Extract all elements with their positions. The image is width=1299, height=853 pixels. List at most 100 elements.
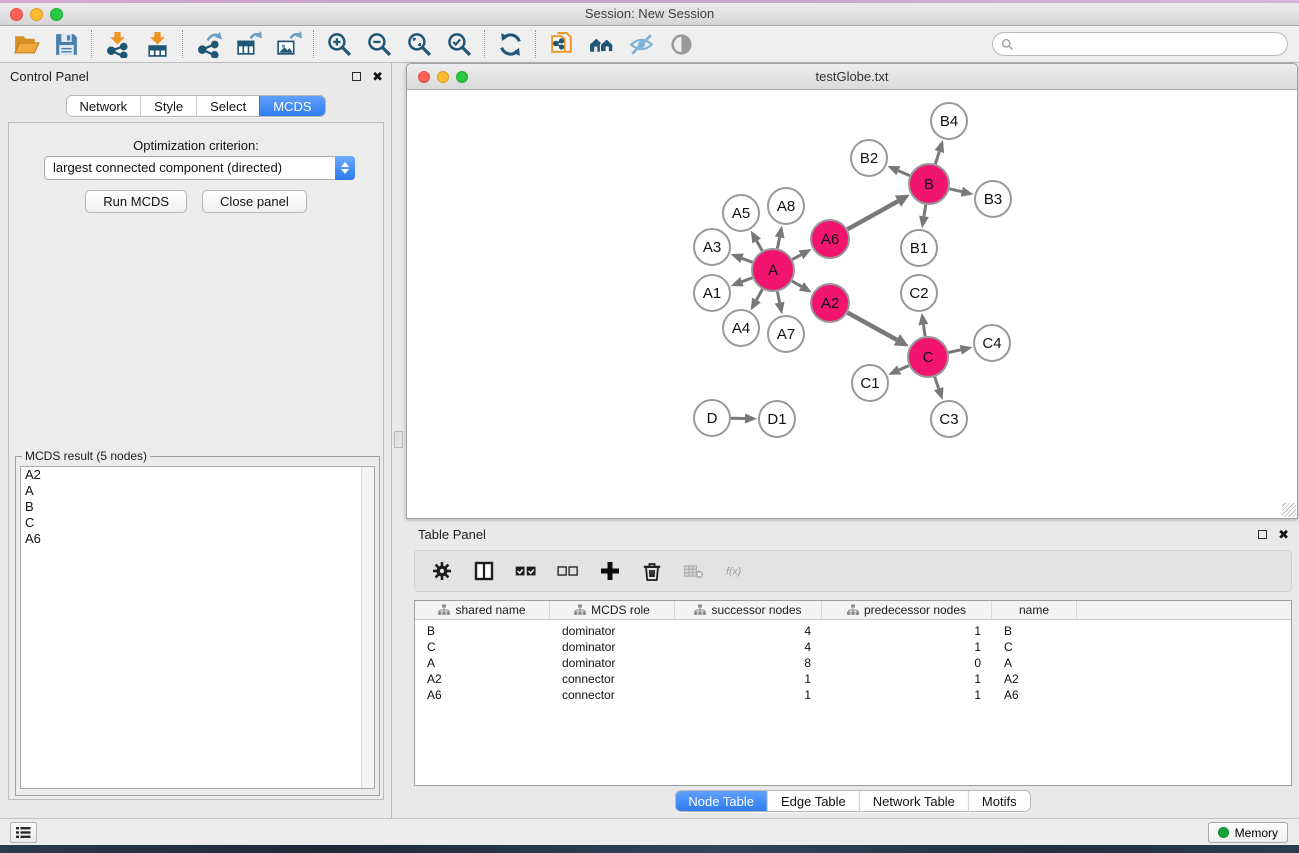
table-cell[interactable]: 1: [675, 688, 822, 702]
table-row[interactable]: A2connector11A2: [415, 671, 1291, 687]
table-row[interactable]: Bdominator41B: [415, 623, 1291, 639]
add-column-plus-button[interactable]: [593, 554, 627, 588]
table-row[interactable]: Cdominator41C: [415, 639, 1291, 655]
edge-C-C4[interactable]: [949, 350, 961, 353]
table-cell[interactable]: B: [415, 624, 550, 638]
import-network-button[interactable]: [97, 28, 137, 60]
edge-A-A8[interactable]: [777, 237, 779, 248]
close-table-panel-icon[interactable]: ✖: [1278, 530, 1289, 540]
result-list-item[interactable]: A: [21, 483, 374, 499]
close-window-icon[interactable]: [10, 8, 23, 21]
network-zoom-icon[interactable]: [456, 71, 468, 83]
split-divider[interactable]: [392, 63, 406, 818]
import-table-button[interactable]: [137, 28, 177, 60]
edge-A-A5[interactable]: [757, 241, 763, 251]
delete-column-trash-button[interactable]: [635, 554, 669, 588]
select-all-checks-button[interactable]: [509, 554, 543, 588]
save-session-button[interactable]: [46, 28, 86, 60]
search-input[interactable]: [1019, 37, 1279, 52]
zoom-fit-button[interactable]: [399, 28, 439, 60]
result-list-item[interactable]: A2: [21, 467, 374, 483]
table-cell[interactable]: 1: [822, 640, 992, 654]
memory-button[interactable]: Memory: [1208, 822, 1288, 843]
edge-B-B1[interactable]: [924, 205, 926, 217]
table-cell[interactable]: 1: [822, 688, 992, 702]
column-header-successor-nodes[interactable]: successor nodes: [675, 601, 822, 619]
export-network-button[interactable]: [188, 28, 228, 60]
tab-style[interactable]: Style: [140, 96, 196, 116]
table-cell[interactable]: A: [415, 656, 550, 670]
table-cell[interactable]: dominator: [550, 640, 675, 654]
resize-grip-icon[interactable]: [1282, 503, 1296, 517]
edge-A-A3[interactable]: [742, 258, 752, 262]
hide-selected-button[interactable]: [621, 28, 661, 60]
edge-A2-C[interactable]: [848, 313, 897, 340]
table-cell[interactable]: 0: [822, 656, 992, 670]
tab-network[interactable]: Network: [66, 96, 140, 116]
float-panel-icon[interactable]: [352, 72, 361, 81]
column-header-MCDS-role[interactable]: MCDS role: [550, 601, 675, 619]
edge-B-B2[interactable]: [898, 171, 909, 176]
result-scrollbar[interactable]: [361, 467, 374, 788]
panel-list-button[interactable]: [10, 822, 37, 843]
criterion-dropdown[interactable]: largest connected component (directed): [44, 156, 355, 180]
table-row[interactable]: A6connector11A6: [415, 687, 1291, 703]
edge-A-A2[interactable]: [792, 281, 801, 286]
table-cell[interactable]: 1: [822, 624, 992, 638]
edge-C-C2[interactable]: [923, 325, 925, 337]
open-session-button[interactable]: [6, 28, 46, 60]
network-minimize-icon[interactable]: [437, 71, 449, 83]
table-settings-gear-button[interactable]: [425, 554, 459, 588]
zoom-window-icon[interactable]: [50, 8, 63, 21]
edge-A6-B[interactable]: [847, 201, 897, 229]
edge-C-C1[interactable]: [899, 366, 909, 370]
float-table-panel-icon[interactable]: [1258, 530, 1267, 539]
table-cell[interactable]: 1: [822, 672, 992, 686]
table-cell[interactable]: connector: [550, 672, 675, 686]
column-header-name[interactable]: name: [992, 601, 1077, 619]
zoom-selected-button[interactable]: [439, 28, 479, 60]
table-cell[interactable]: 4: [675, 640, 822, 654]
zoom-out-button[interactable]: [359, 28, 399, 60]
edge-C-C3[interactable]: [935, 377, 939, 389]
run-mcds-button[interactable]: Run MCDS: [85, 190, 187, 213]
table-cell[interactable]: 1: [675, 672, 822, 686]
first-neighbors-button[interactable]: [581, 28, 621, 60]
mcds-result-list[interactable]: A2ABCA6: [20, 466, 375, 789]
column-header-shared-name[interactable]: shared name: [415, 601, 550, 619]
result-list-item[interactable]: C: [21, 515, 374, 531]
tab-motifs[interactable]: Motifs: [968, 791, 1030, 811]
edge-A-A6[interactable]: [792, 255, 801, 260]
refresh-layout-button[interactable]: [490, 28, 530, 60]
show-all-button[interactable]: [661, 28, 701, 60]
table-cell[interactable]: dominator: [550, 656, 675, 670]
tab-network-table[interactable]: Network Table: [859, 791, 968, 811]
column-header-predecessor-nodes[interactable]: predecessor nodes: [822, 601, 992, 619]
result-list-item[interactable]: B: [21, 499, 374, 515]
edge-A-A4[interactable]: [756, 289, 762, 300]
clone-network-button[interactable]: [541, 28, 581, 60]
zoom-in-button[interactable]: [319, 28, 359, 60]
table-cell[interactable]: connector: [550, 688, 675, 702]
edge-A-A1[interactable]: [742, 278, 752, 282]
edge-A-A7[interactable]: [777, 292, 779, 303]
minimize-window-icon[interactable]: [30, 8, 43, 21]
table-cell[interactable]: A: [992, 656, 1077, 670]
split-divider-grip[interactable]: [394, 431, 403, 448]
table-cell[interactable]: C: [992, 640, 1077, 654]
table-cell[interactable]: A6: [992, 688, 1077, 702]
table-cell[interactable]: A2: [992, 672, 1077, 686]
table-cell[interactable]: A6: [415, 688, 550, 702]
tab-node-table[interactable]: Node Table: [675, 791, 767, 811]
table-cell[interactable]: 8: [675, 656, 822, 670]
edge-B-B3[interactable]: [949, 189, 961, 192]
network-close-icon[interactable]: [418, 71, 430, 83]
deselect-all-checks-button[interactable]: [551, 554, 585, 588]
table-cell[interactable]: B: [992, 624, 1077, 638]
table-cell[interactable]: dominator: [550, 624, 675, 638]
tab-select[interactable]: Select: [196, 96, 259, 116]
table-cell[interactable]: A2: [415, 672, 550, 686]
network-canvas[interactable]: AA1A2A3A4A5A6A7A8BB1B2B3B4CC1C2C3C4DD1: [407, 90, 1297, 518]
table-cell[interactable]: 4: [675, 624, 822, 638]
table-row[interactable]: Adominator80A: [415, 655, 1291, 671]
